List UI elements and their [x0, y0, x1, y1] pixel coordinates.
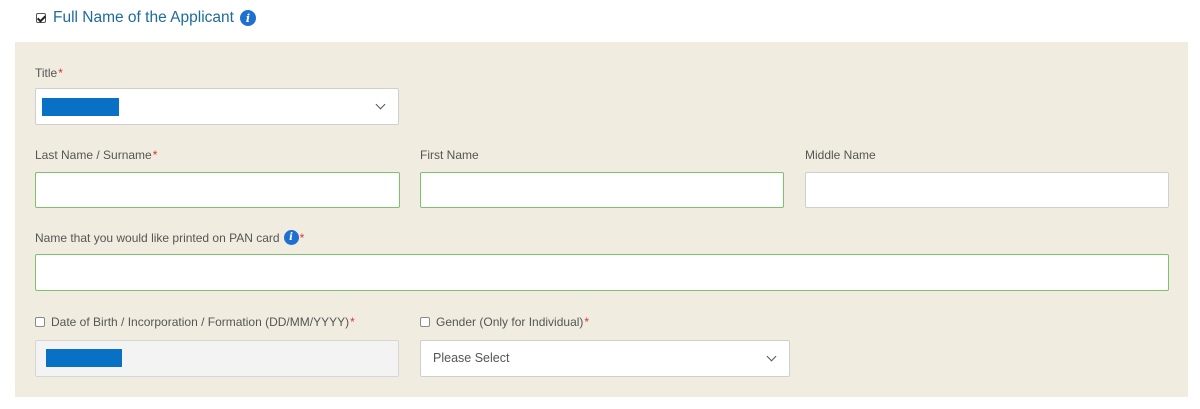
redacted-value: [42, 98, 119, 116]
applicant-name-panel: Title * Last Name / Surname * First Name M…: [15, 42, 1188, 397]
middle-name-label: Middle Name: [805, 148, 876, 162]
last-name-input[interactable]: [35, 172, 400, 208]
last-name-label-text: Last Name / Surname: [35, 148, 152, 162]
chevron-down-icon: [375, 99, 386, 110]
chevron-down-icon: [766, 351, 777, 362]
required-mark: *: [299, 230, 305, 245]
pan-name-label: Name that you would like printed on PAN …: [35, 230, 304, 245]
pan-name-input[interactable]: [35, 254, 1169, 291]
middle-name-input[interactable]: [805, 172, 1169, 208]
pan-name-label-text: Name that you would like printed on PAN …: [35, 230, 280, 245]
section-header: Full Name of the Applicant i: [36, 9, 256, 27]
gender-checkbox[interactable]: [420, 317, 430, 327]
info-icon[interactable]: i: [283, 230, 299, 245]
redacted-value: [46, 349, 122, 367]
gender-selected-value: Please Select: [433, 351, 510, 365]
dob-checkbox[interactable]: [35, 317, 45, 327]
section-title: Full Name of the Applicant: [53, 9, 234, 26]
first-name-label-text: First Name: [420, 148, 479, 162]
required-mark: *: [584, 315, 590, 329]
gender-label-text: Gender (Only for Individual): [436, 315, 584, 329]
required-mark: *: [152, 148, 158, 162]
title-select[interactable]: [35, 88, 399, 125]
dob-label-text: Date of Birth / Incorporation / Formatio…: [51, 315, 350, 329]
last-name-label: Last Name / Surname *: [35, 148, 157, 162]
info-icon[interactable]: i: [239, 10, 256, 26]
gender-label: Gender (Only for Individual) *: [420, 315, 589, 329]
first-name-input[interactable]: [420, 172, 784, 208]
title-label: Title *: [35, 66, 63, 80]
middle-name-label-text: Middle Name: [805, 148, 876, 162]
first-name-label: First Name: [420, 148, 479, 162]
section-checkbox[interactable]: [36, 13, 46, 23]
title-label-text: Title: [35, 66, 58, 80]
required-mark: *: [350, 315, 355, 329]
dob-input[interactable]: [35, 340, 399, 377]
required-mark: *: [58, 66, 63, 80]
dob-label: Date of Birth / Incorporation / Formatio…: [35, 315, 355, 329]
gender-select[interactable]: Please Select: [420, 340, 790, 377]
